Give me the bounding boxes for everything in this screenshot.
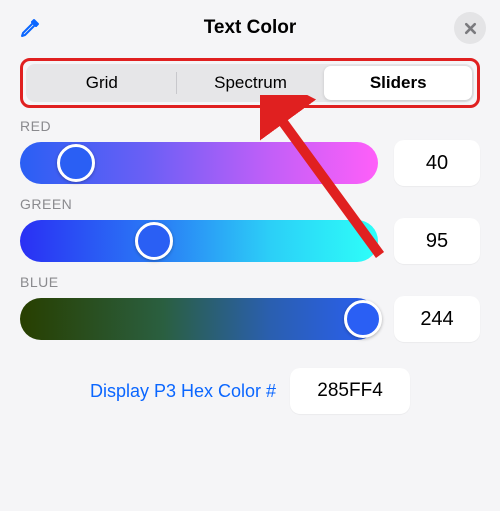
tab-sliders[interactable]: Sliders: [324, 66, 472, 100]
red-value-input[interactable]: 40: [394, 140, 480, 186]
green-slider-block: GREEN 95: [20, 196, 480, 264]
hex-value-input[interactable]: 285FF4: [290, 368, 410, 414]
blue-value-input[interactable]: 244: [394, 296, 480, 342]
eyedropper-icon: [18, 16, 42, 40]
tab-label: Spectrum: [214, 73, 287, 93]
close-button[interactable]: [454, 12, 486, 44]
eyedropper-button[interactable]: [14, 12, 46, 44]
picker-mode-tabs[interactable]: Grid Spectrum Sliders: [26, 64, 474, 102]
blue-label: BLUE: [20, 274, 480, 290]
close-icon: [463, 21, 478, 36]
green-slider-thumb[interactable]: [135, 222, 173, 260]
green-label: GREEN: [20, 196, 480, 212]
color-picker-panel: Text Color Grid Spectrum Sliders RED: [0, 0, 500, 511]
tab-label: Grid: [86, 73, 118, 93]
red-label: RED: [20, 118, 480, 134]
blue-slider-track[interactable]: [20, 298, 378, 340]
hex-label: Display P3 Hex Color #: [90, 381, 276, 401]
green-value: 95: [426, 230, 448, 253]
red-slider-track[interactable]: [20, 142, 378, 184]
tab-label: Sliders: [370, 73, 427, 93]
tab-grid[interactable]: Grid: [28, 66, 176, 100]
blue-slider-thumb[interactable]: [344, 300, 382, 338]
blue-value: 244: [420, 308, 453, 331]
panel-title: Text Color: [46, 17, 454, 39]
green-value-input[interactable]: 95: [394, 218, 480, 264]
green-slider-track[interactable]: [20, 220, 378, 262]
blue-slider-block: BLUE 244: [20, 274, 480, 342]
hex-value: 285FF4: [317, 380, 382, 402]
hex-row: Display P3 Hex Color # 285FF4: [14, 368, 486, 414]
header: Text Color: [14, 12, 486, 44]
red-slider-block: RED 40: [20, 118, 480, 186]
red-value: 40: [426, 152, 448, 175]
hex-label-button[interactable]: Display P3 Hex Color #: [90, 381, 276, 402]
red-slider-thumb[interactable]: [57, 144, 95, 182]
tab-spectrum[interactable]: Spectrum: [177, 66, 325, 100]
tabs-highlight-annotation: Grid Spectrum Sliders: [20, 58, 480, 108]
